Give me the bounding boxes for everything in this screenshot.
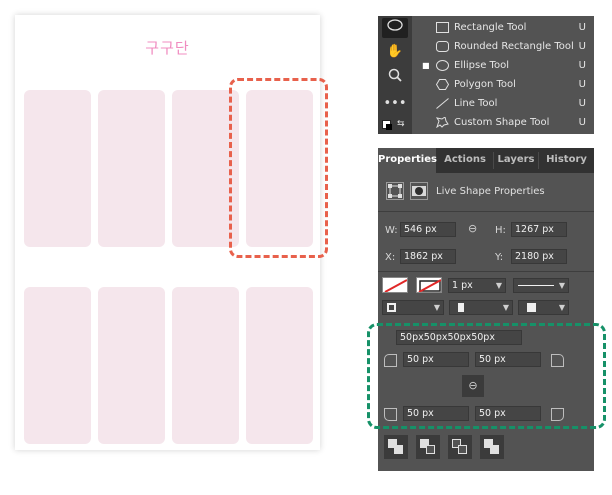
- tab-history[interactable]: History: [539, 148, 594, 173]
- exclude-shape-icon-part: [490, 445, 499, 454]
- chevron-down-icon: ▼: [558, 281, 565, 290]
- tab-actions[interactable]: Actions: [437, 148, 493, 173]
- path-subtract-button[interactable]: [416, 435, 440, 459]
- ellipse-icon[interactable]: [382, 18, 408, 38]
- y-input[interactable]: 2180 px: [511, 249, 567, 264]
- tool-line[interactable]: Line Tool U: [414, 94, 594, 113]
- hand-icon[interactable]: ✋: [382, 42, 408, 62]
- tab-layers[interactable]: Layers: [494, 148, 538, 173]
- zoom-icon[interactable]: [382, 68, 408, 88]
- x-input[interactable]: 1862 px: [400, 249, 456, 264]
- stroke-align-dropdown[interactable]: ▼: [449, 300, 513, 315]
- path-combine-button[interactable]: [384, 435, 408, 459]
- color-swatch-background: [386, 124, 392, 130]
- more-icon[interactable]: •••: [382, 94, 408, 114]
- tool-rounded-rectangle[interactable]: Rounded Rectangle Tool U: [414, 37, 594, 56]
- stroke-line-preview: [518, 285, 554, 286]
- width-label: W:: [385, 225, 398, 236]
- stroke-caps-icon: [527, 303, 536, 312]
- swap-icon[interactable]: ⇆: [397, 119, 405, 129]
- tool-menu: Rectangle Tool U Rounded Rectangle Tool …: [414, 18, 594, 132]
- selected-bullet-icon: ■: [422, 61, 430, 70]
- tool-ellipse[interactable]: ■ Ellipse Tool U: [414, 56, 594, 75]
- height-label: H:: [495, 225, 506, 236]
- x-label: X:: [385, 252, 396, 263]
- height-input[interactable]: 1267 px: [511, 222, 567, 237]
- tool-shortcut: U: [578, 60, 586, 71]
- tool-rectangle[interactable]: Rectangle Tool U: [414, 18, 594, 37]
- stroke-width-dropdown[interactable]: 1 px ▼: [448, 278, 506, 293]
- live-shape-properties-label: Live Shape Properties: [436, 186, 545, 197]
- rectangle-icon: [436, 22, 449, 33]
- stroke-type-dropdown[interactable]: ▼: [513, 278, 569, 293]
- chevron-down-icon: ▼: [433, 303, 440, 312]
- link-icon[interactable]: ⊖: [468, 222, 477, 235]
- y-label: Y:: [495, 252, 504, 263]
- stroke-caps-dropdown[interactable]: ▼: [518, 300, 569, 315]
- card-row2-col3: [172, 287, 239, 444]
- tool-shortcut: U: [578, 117, 586, 128]
- path-intersect-button[interactable]: [448, 435, 472, 459]
- panel-divider: [378, 211, 594, 212]
- tool-shortcut: U: [578, 41, 586, 52]
- tool-label: Rectangle Tool: [454, 22, 527, 33]
- tool-label: Custom Shape Tool: [454, 117, 550, 128]
- tool-strip: ✋ ••• ⇆: [378, 16, 412, 134]
- tool-label: Line Tool: [454, 98, 498, 109]
- rounded-rectangle-icon: [436, 41, 449, 52]
- highlight-card-outline: [229, 78, 328, 258]
- panel-tabbar: Properties Actions Layers History: [378, 148, 594, 173]
- combine-shapes-icon-part: [394, 445, 403, 454]
- card-row1-col1: [24, 90, 91, 247]
- tool-label: Polygon Tool: [454, 79, 516, 90]
- subtract-shape-icon-part: [426, 445, 435, 454]
- polygon-icon: [436, 79, 449, 90]
- tool-shortcut: U: [578, 79, 586, 90]
- card-row2-col4: [246, 287, 313, 444]
- mask-icon[interactable]: [410, 182, 428, 200]
- width-input[interactable]: 546 px: [400, 222, 456, 237]
- custom-shape-icon: [436, 117, 449, 128]
- tool-custom-shape[interactable]: Custom Shape Tool U: [414, 113, 594, 132]
- tab-properties[interactable]: Properties: [378, 148, 437, 173]
- card-row1-col2: [98, 90, 165, 247]
- stroke-swatch[interactable]: [416, 277, 442, 293]
- path-exclude-button[interactable]: [480, 435, 504, 459]
- stroke-width-value: 1 px: [452, 280, 473, 291]
- card-row2-col2: [98, 287, 165, 444]
- tool-label: Ellipse Tool: [454, 60, 509, 71]
- document-title: 구구단: [145, 39, 190, 57]
- chevron-down-icon: ▼: [558, 303, 565, 312]
- tool-label: Rounded Rectangle Tool: [454, 41, 574, 52]
- stroke-align-icon: [458, 303, 464, 312]
- fill-swatch[interactable]: [382, 277, 408, 293]
- chevron-down-icon: ▼: [495, 281, 502, 290]
- tool-shortcut: U: [578, 98, 586, 109]
- card-row2-col1: [24, 287, 91, 444]
- ellipse-icon: [436, 60, 449, 71]
- intersect-shape-icon-part: [458, 445, 467, 454]
- tool-shortcut: U: [578, 22, 586, 33]
- align-edges-dropdown[interactable]: ▼: [382, 300, 444, 315]
- transform-icon[interactable]: [386, 182, 404, 200]
- line-icon: [436, 98, 449, 109]
- align-edges-icon: [387, 303, 396, 312]
- shape-tools-flyout: ✋ ••• ⇆ Rectangle Tool U Rounded Rectang…: [378, 16, 594, 134]
- highlight-corner-radius-outline: [367, 323, 606, 429]
- chevron-down-icon: ▼: [502, 303, 509, 312]
- tool-polygon[interactable]: Polygon Tool U: [414, 75, 594, 94]
- panel-divider: [378, 271, 594, 272]
